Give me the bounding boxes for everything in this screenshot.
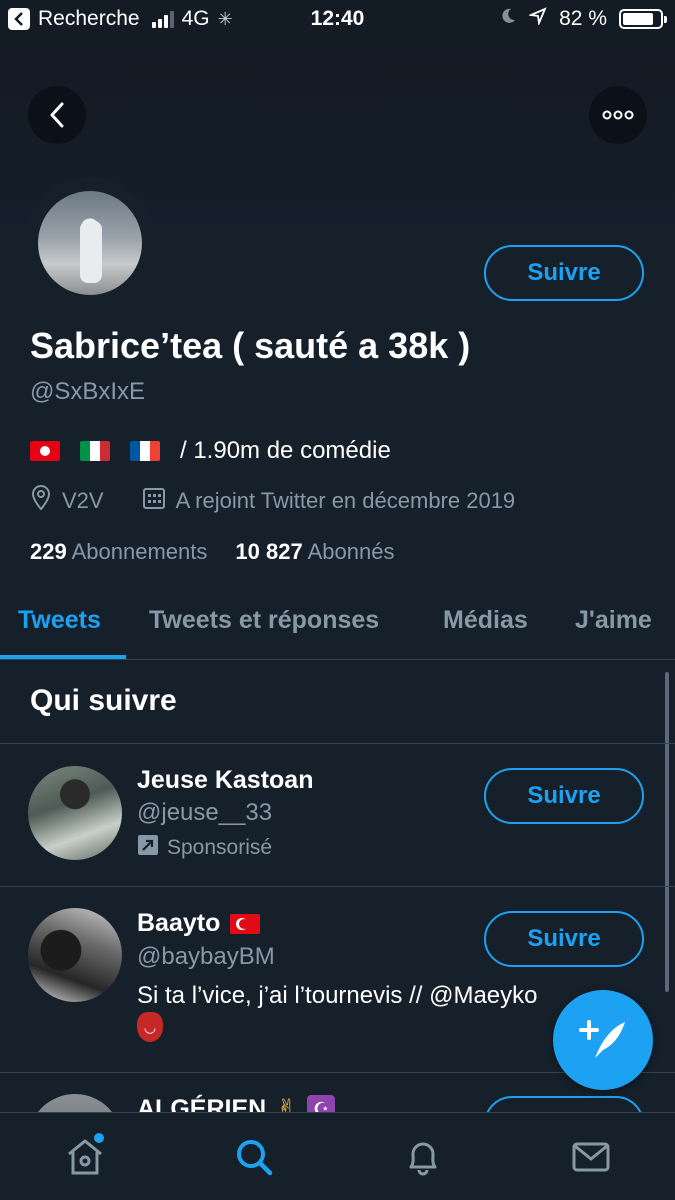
follow-button[interactable]: Suivre: [484, 911, 644, 967]
goblin-emoji-icon: ◡: [137, 1012, 163, 1042]
location-pin-icon: [30, 485, 52, 517]
suggestion-name[interactable]: Baayto: [137, 909, 261, 938]
moon-icon: [499, 7, 517, 31]
followers-count: 10 827: [235, 539, 303, 564]
suggestion-name-text: Jeuse Kastoan: [137, 766, 314, 794]
suggestion-avatar[interactable]: [28, 908, 122, 1002]
bell-icon: [409, 1142, 437, 1176]
active-tab-indicator: [0, 655, 126, 659]
battery-level: [623, 13, 653, 25]
user-handle: @SxBxIxE: [30, 378, 146, 405]
following-count: 229: [30, 539, 67, 564]
join-date: A rejoint Twitter en décembre 2019: [175, 488, 516, 513]
suggestion-handle: @jeuse__33: [137, 799, 273, 826]
sponsored-text: Sponsorisé: [167, 836, 273, 859]
scrollbar[interactable]: [665, 672, 669, 992]
compose-tweet-button[interactable]: [553, 990, 653, 1090]
promoted-icon: [137, 834, 159, 862]
tab-tweets[interactable]: Tweets: [18, 606, 101, 635]
home-notification-dot: [94, 1133, 104, 1143]
profile-bio: / 1.90m de comédie: [30, 437, 391, 465]
sponsored-label: Sponsorisé: [137, 834, 272, 862]
suggestion-name[interactable]: Jeuse Kastoan: [137, 766, 313, 795]
nav-notifications[interactable]: [401, 1135, 445, 1179]
follow-button[interactable]: Suivre: [484, 768, 644, 824]
envelope-icon: [572, 1142, 610, 1172]
display-name: Sabrice’tea ( sauté a 38k ): [30, 325, 471, 366]
who-to-follow-title: Qui suivre: [30, 684, 177, 717]
compose-feather-icon: [579, 1020, 625, 1058]
status-right: 82 %: [499, 7, 667, 31]
profile-meta: V2V A rejoint Twitter en décembre 2019: [30, 485, 515, 517]
nav-messages[interactable]: [569, 1135, 613, 1179]
more-dots-icon: [602, 110, 634, 120]
back-arrow-icon: [50, 102, 64, 128]
bio-text: / 1.90m de comédie: [180, 437, 391, 464]
bottom-navigation: [0, 1112, 675, 1200]
back-button[interactable]: [28, 86, 86, 144]
calendar-icon: [142, 486, 166, 516]
follow-stats: 229 Abonnements 10 827 Abonnés: [30, 539, 394, 565]
location-text: V2V: [62, 488, 104, 513]
divider: [0, 886, 675, 887]
location-arrow-icon: [527, 7, 547, 31]
followers-link[interactable]: 10 827 Abonnés: [235, 539, 394, 565]
france-flag-icon: [130, 441, 160, 461]
battery-percentage: 82 %: [559, 7, 607, 30]
search-icon: [237, 1140, 273, 1176]
following-link[interactable]: 229 Abonnements: [30, 539, 207, 565]
status-bar: Recherche 4G ✳ 12:40 82 %: [0, 0, 675, 40]
tab-media[interactable]: Médias: [443, 606, 528, 635]
battery-icon: [619, 9, 667, 29]
following-label: Abonnements: [71, 539, 208, 564]
profile-avatar-image: [38, 191, 142, 295]
tunisia-flag-icon: [30, 441, 60, 461]
suggestion-handle: @baybayBM: [137, 943, 275, 970]
divider: [0, 743, 675, 744]
follow-button[interactable]: Suivre: [484, 245, 644, 301]
suggestion-avatar[interactable]: [28, 766, 122, 860]
turkey-flag-icon: [230, 913, 261, 934]
nav-search[interactable]: [232, 1135, 276, 1179]
profile-avatar[interactable]: [24, 177, 156, 309]
italy-flag-icon: [80, 441, 110, 461]
tab-likes[interactable]: J'aime: [575, 606, 652, 635]
tab-tweets-and-replies[interactable]: Tweets et réponses: [149, 606, 379, 635]
suggestion-name-text: Baayto: [137, 909, 221, 937]
profile-tabs: Tweets Tweets et réponses Médias J'aime: [0, 590, 675, 660]
suggestion-bio: Si ta l’vice, j’ai l’tournevis // @Maeyk…: [137, 982, 538, 1009]
more-options-button[interactable]: [589, 86, 647, 144]
followers-label: Abonnés: [307, 539, 395, 564]
